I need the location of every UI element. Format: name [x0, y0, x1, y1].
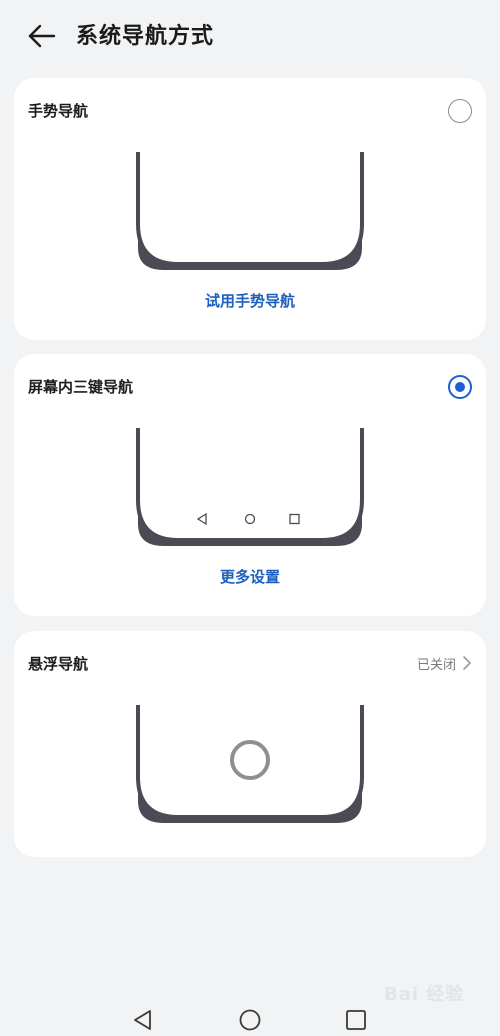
gesture-navigation-radio[interactable] — [448, 99, 472, 123]
nav-home-icon — [239, 1009, 261, 1031]
mini-back-icon — [196, 512, 207, 526]
system-navigation-bar — [0, 998, 500, 1034]
floating-navigation-title: 悬浮导航 — [28, 655, 89, 673]
mini-home-icon — [244, 513, 256, 525]
back-button[interactable] — [22, 20, 62, 54]
page-title: 系统导航方式 — [76, 24, 215, 49]
floating-phone-illustration — [136, 705, 364, 823]
nav-home-button[interactable] — [238, 1008, 262, 1032]
nav-recents-icon — [346, 1010, 366, 1030]
floating-navigation-status-text: 已关闭 — [416, 657, 456, 673]
three-key-navigation-title: 屏幕内三键导航 — [28, 378, 134, 396]
three-key-navigation-radio[interactable] — [448, 375, 472, 399]
floating-nav-ring-icon — [230, 740, 270, 780]
three-key-navigation-card[interactable]: 屏幕内三键导航 更多设置 — [14, 354, 486, 616]
nav-back-icon — [134, 1010, 151, 1030]
floating-navigation-card[interactable]: 悬浮导航 已关闭 — [14, 631, 486, 857]
three-key-phone-illustration — [136, 428, 364, 546]
gesture-navigation-card[interactable]: 手势导航 试用手势导航 — [14, 78, 486, 340]
back-arrow-icon — [28, 24, 56, 48]
try-gesture-navigation-link[interactable]: 试用手势导航 — [14, 290, 486, 312]
nav-back-button[interactable] — [131, 1008, 155, 1032]
mini-recents-icon — [289, 513, 300, 525]
gesture-navigation-title: 手势导航 — [28, 102, 89, 120]
more-settings-link[interactable]: 更多设置 — [14, 566, 486, 588]
app-header: 系统导航方式 — [0, 0, 500, 74]
gesture-phone-illustration — [136, 152, 364, 270]
floating-navigation-status[interactable]: 已关闭 — [417, 653, 472, 673]
nav-recents-button[interactable] — [344, 1008, 368, 1032]
chevron-right-icon — [463, 656, 471, 670]
